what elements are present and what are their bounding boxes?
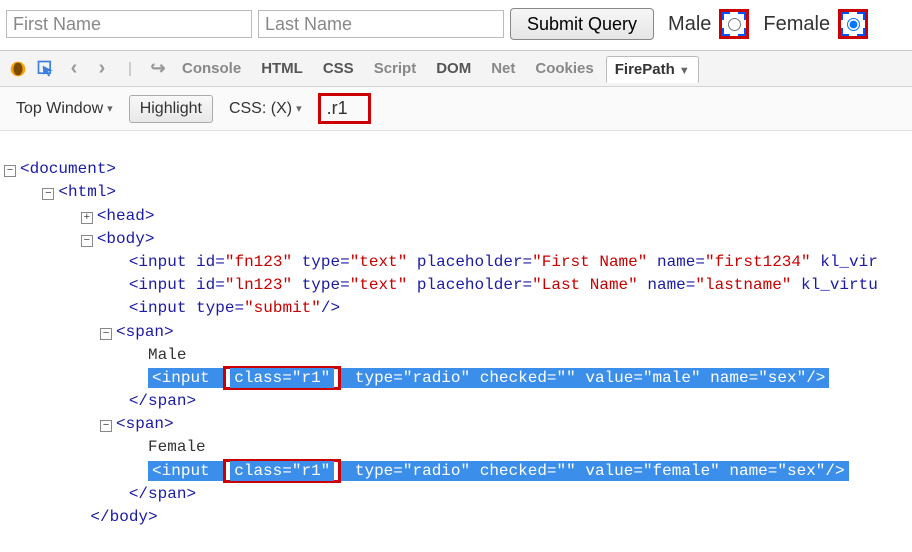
chevron-down-icon: ▾ — [107, 102, 113, 115]
female-radio-highlighted[interactable] — [838, 9, 868, 39]
inspect-corner-icon — [841, 28, 849, 36]
inspect-corner-icon — [738, 28, 746, 36]
tab-console[interactable]: Console — [174, 56, 249, 81]
dom-node-input-lastname[interactable]: <input id="ln123" type="text" placeholde… — [129, 276, 878, 294]
tab-html[interactable]: HTML — [253, 56, 311, 81]
chevron-down-icon: ▾ — [296, 102, 302, 115]
collapse-icon[interactable]: − — [81, 235, 93, 247]
dom-node-span[interactable]: <span> — [116, 415, 174, 433]
tab-css[interactable]: CSS — [315, 56, 362, 81]
inspect-corner-icon — [841, 12, 849, 20]
dom-tree: −<document> −<html> +<head> −<body> <inp… — [0, 131, 912, 552]
dom-node-female-radio[interactable]: <input — [148, 461, 223, 481]
devtools-subtoolbar: Top Window ▾ Highlight CSS: (X) ▾ .r1 — [0, 87, 912, 131]
collapse-icon[interactable]: − — [100, 328, 112, 340]
dom-text-female: Female — [148, 438, 206, 456]
frame-dropdown[interactable]: Top Window ▾ — [10, 98, 119, 120]
collapse-icon[interactable]: − — [100, 420, 112, 432]
male-radio-highlighted[interactable] — [719, 9, 749, 39]
dom-node-input-firstname[interactable]: <input id="fn123" type="text" placeholde… — [129, 253, 878, 271]
css-engine-label: CSS: (X) — [229, 100, 292, 118]
firstname-input[interactable] — [6, 10, 252, 38]
tab-script[interactable]: Script — [366, 56, 425, 81]
male-label: Male — [668, 13, 711, 36]
dom-node-body[interactable]: <body> — [97, 230, 155, 248]
dom-node-input-submit[interactable]: <input type="submit"/> — [129, 299, 340, 317]
tab-firepath[interactable]: FirePath ▼ — [606, 56, 699, 83]
dom-node-span[interactable]: <span> — [116, 323, 174, 341]
dom-node-body-close[interactable]: </body> — [90, 508, 157, 526]
dom-node-head[interactable]: <head> — [97, 207, 155, 225]
divider-icon: | — [118, 57, 142, 81]
tab-cookies[interactable]: Cookies — [527, 56, 601, 81]
highlighted-class-attr: class="r1" — [223, 459, 341, 483]
inspect-corner-icon — [722, 28, 730, 36]
devtools-toolbar: ‹ › | ↪ Console HTML CSS Script DOM Net … — [0, 51, 912, 87]
chevron-down-icon: ▼ — [679, 65, 690, 77]
tab-dom[interactable]: DOM — [428, 56, 479, 81]
highlighted-class-attr: class="r1" — [223, 366, 341, 390]
highlight-button[interactable]: Highlight — [129, 95, 213, 123]
dom-node-html[interactable]: <html> — [58, 183, 116, 201]
rendered-page: Submit Query Male Female — [0, 0, 912, 50]
css-selector-input[interactable]: .r1 — [318, 93, 371, 124]
tab-net[interactable]: Net — [483, 56, 523, 81]
dom-node-document[interactable]: <document> — [20, 160, 116, 178]
inspect-corner-icon — [857, 12, 865, 20]
dom-text-male: Male — [148, 346, 186, 364]
inspect-icon[interactable] — [34, 57, 58, 81]
devtools-panel: ‹ › | ↪ Console HTML CSS Script DOM Net … — [0, 50, 912, 552]
expand-icon[interactable]: + — [81, 212, 93, 224]
css-engine-dropdown[interactable]: CSS: (X) ▾ — [223, 98, 308, 120]
frame-dropdown-label: Top Window — [16, 100, 103, 118]
firebug-icon[interactable] — [6, 57, 30, 81]
collapse-icon[interactable]: − — [4, 165, 16, 177]
collapse-icon[interactable]: − — [42, 188, 54, 200]
submit-button[interactable]: Submit Query — [510, 8, 654, 40]
lastname-input[interactable] — [258, 10, 504, 38]
inspect-corner-icon — [722, 12, 730, 20]
tab-firepath-label: FirePath — [615, 61, 675, 78]
female-label: Female — [763, 13, 830, 36]
dom-node-span-close[interactable]: </span> — [129, 392, 196, 410]
step-icon[interactable]: ↪ — [146, 57, 170, 81]
dom-node-male-radio[interactable]: <input — [148, 368, 223, 388]
inspect-corner-icon — [738, 12, 746, 20]
back-icon[interactable]: ‹ — [62, 57, 86, 81]
inspect-corner-icon — [857, 28, 865, 36]
forward-icon[interactable]: › — [90, 57, 114, 81]
dom-node-span-close[interactable]: </span> — [129, 485, 196, 503]
